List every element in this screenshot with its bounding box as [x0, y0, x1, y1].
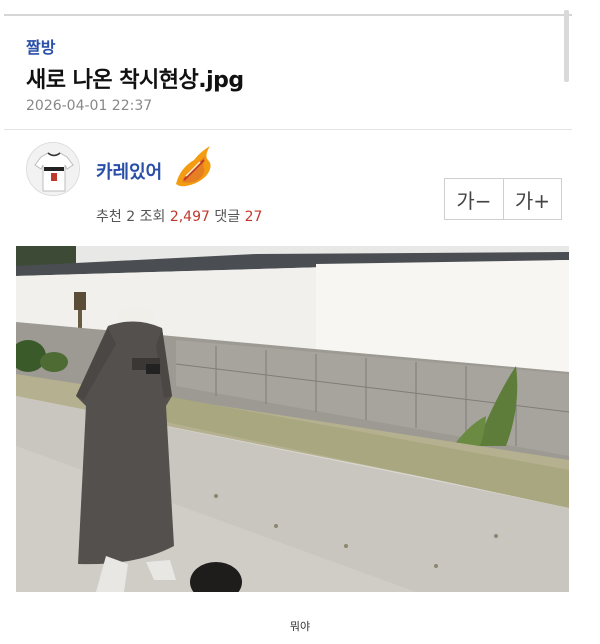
views-count: 2,497 — [169, 209, 210, 225]
image-caption: 뭐야 — [289, 620, 311, 633]
post-date: 2026-04-01 22:37 — [26, 98, 153, 114]
font-decrease-button[interactable]: 가− — [445, 179, 503, 219]
comments-label: 댓글 — [214, 209, 241, 225]
post-stats: 추천 2 조회 2,497 댓글 27 — [96, 206, 262, 226]
recommend-count: 2 — [126, 209, 136, 225]
post-header: 짤방 새로 나온 착시현상.jpg 2026-04-01 22:37 — [4, 16, 572, 130]
recommend-label: 추천 — [96, 209, 122, 225]
author-section: 카레있어 추천 2 조회 2,497 댓글 27 가− 가+ — [4, 130, 572, 240]
author-nickname-link[interactable]: 카레있어 — [96, 158, 162, 184]
views-label: 조회 — [139, 209, 166, 225]
flame-badge-icon — [170, 140, 218, 190]
post-photo[interactable] — [16, 246, 569, 592]
comments-count[interactable]: 27 — [245, 209, 263, 225]
font-size-controls: 가− 가+ — [444, 178, 562, 220]
font-increase-button[interactable]: 가+ — [503, 179, 561, 219]
post-title: 새로 나온 착시현상.jpg — [26, 68, 244, 93]
board-name-link[interactable]: 짤방 — [26, 34, 55, 58]
jersey-avatar-icon[interactable] — [26, 142, 80, 196]
